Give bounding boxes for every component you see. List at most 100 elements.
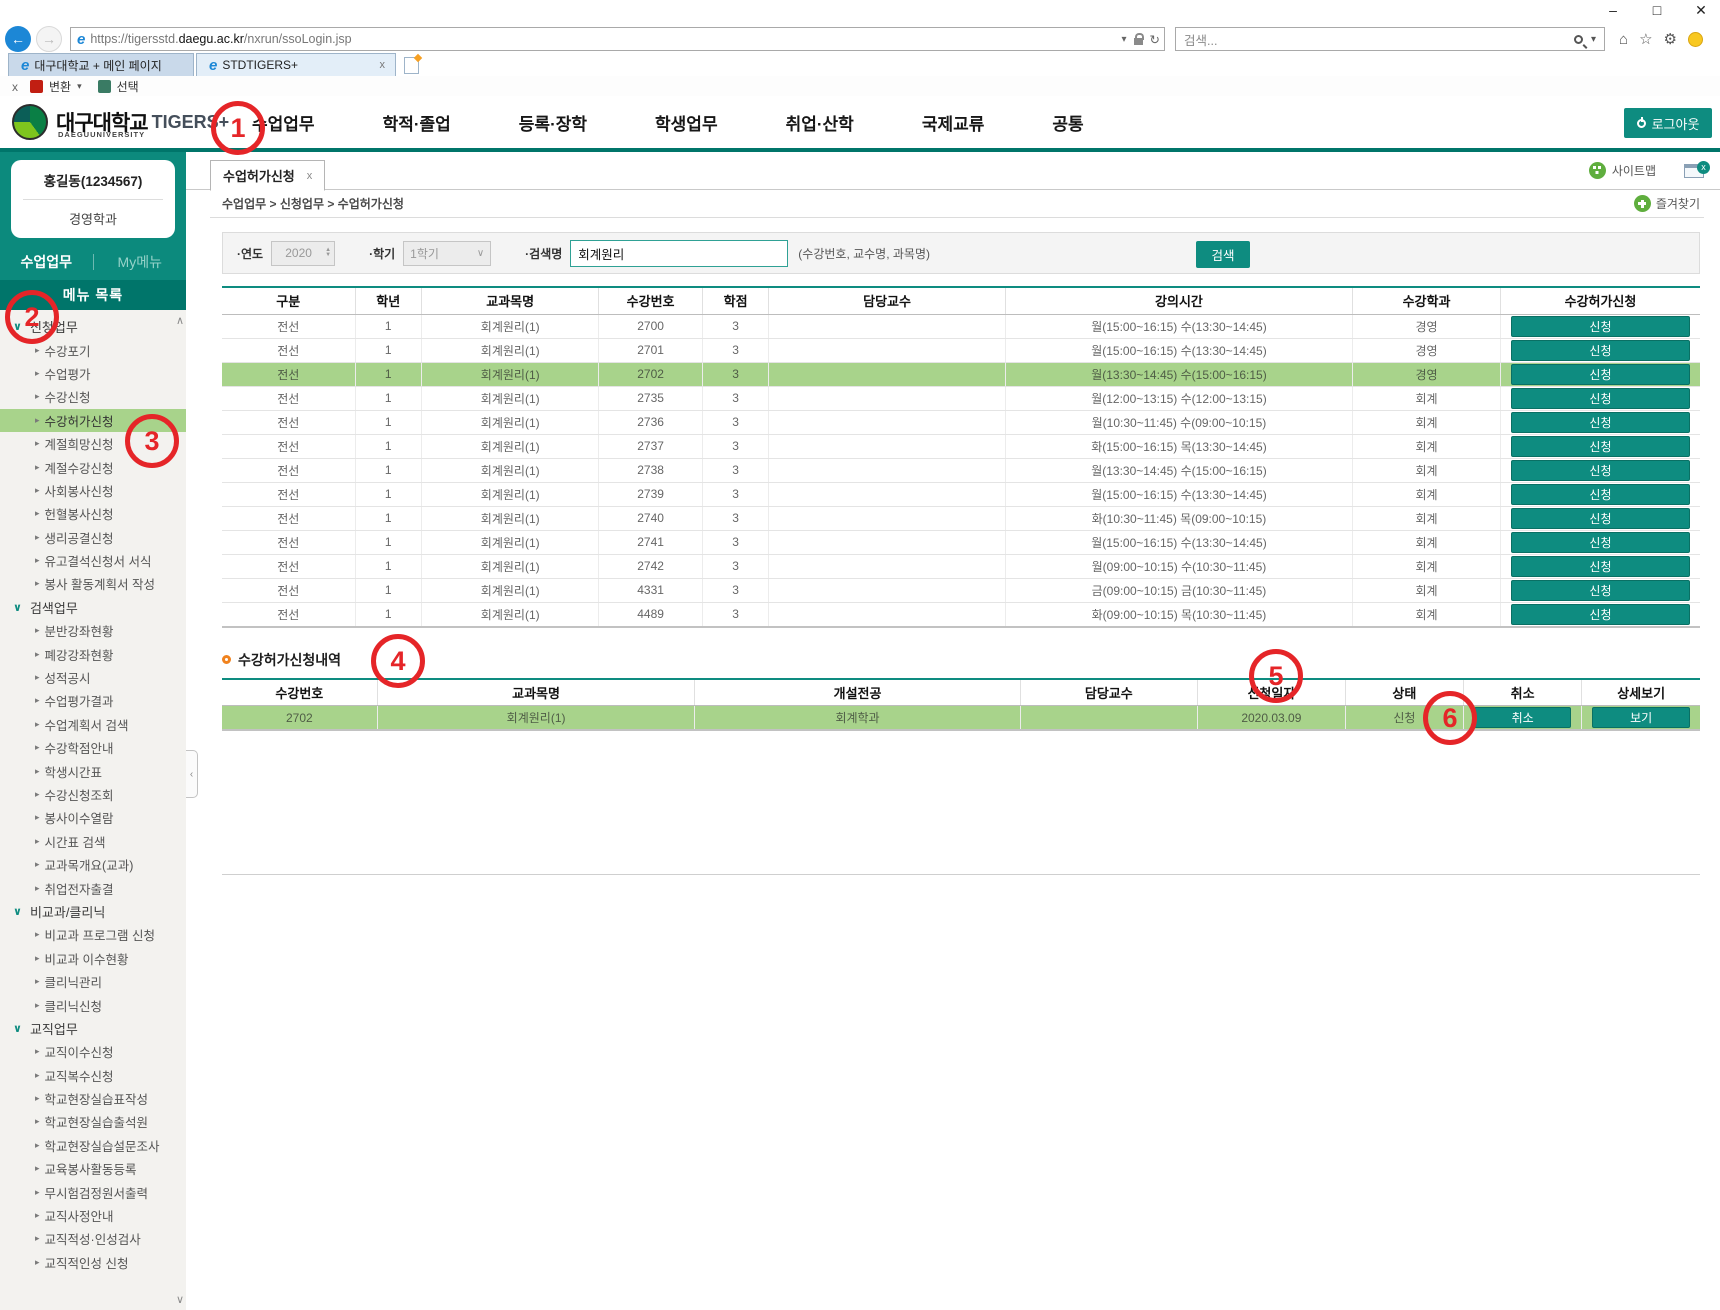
refresh-icon[interactable]: ↻ — [1150, 32, 1160, 47]
semester-select[interactable]: 1학기 ∨ — [403, 241, 491, 266]
search-icon[interactable] — [1574, 35, 1583, 44]
addon-select-button[interactable]: 선택 — [117, 78, 139, 95]
gear-icon[interactable]: ⚙ — [1664, 30, 1677, 48]
sidebar-item-교직복수신청[interactable]: ▸교직복수신청 — [0, 1064, 186, 1087]
main-nav-item-국제교류[interactable]: 국제교류 — [922, 110, 985, 135]
scroll-up-icon[interactable]: ∧ — [176, 314, 184, 327]
addon-convert-button[interactable]: 변환 — [49, 78, 71, 95]
apply-button[interactable]: 신청 — [1511, 508, 1690, 529]
sidebar-item-시간표 검색[interactable]: ▸시간표 검색 — [0, 830, 186, 853]
apply-button[interactable]: 신청 — [1511, 460, 1690, 481]
sidebar-item-클리닉관리[interactable]: ▸클리닉관리 — [0, 970, 186, 993]
search-button[interactable]: 검색 — [1196, 241, 1250, 268]
browser-tab-stdtigers[interactable]: e STDTIGERS+ x — [196, 53, 396, 76]
sidebar-item-분반강좌현황[interactable]: ▸분반강좌현황 — [0, 619, 186, 642]
sidebar-item-클리닉신청[interactable]: ▸클리닉신청 — [0, 993, 186, 1016]
favorites-star-icon[interactable]: ☆ — [1639, 30, 1652, 48]
forward-button[interactable]: → — [36, 26, 62, 52]
main-nav-item-공통[interactable]: 공통 — [1052, 110, 1083, 135]
sidebar-item-교과목개요(교과)[interactable]: ▸교과목개요(교과) — [0, 853, 186, 876]
sidebar-item-학교현장실습표작성[interactable]: ▸학교현장실습표작성 — [0, 1087, 186, 1110]
sidebar-tab-work[interactable]: 수업업무 — [0, 252, 93, 272]
sidebar-item-봉사 활동계획서 작성[interactable]: ▸봉사 활동계획서 작성 — [0, 572, 186, 595]
smiley-addon-icon[interactable] — [1688, 32, 1703, 47]
addon-close-button[interactable]: x — [12, 80, 18, 94]
main-nav-item-등록·장학[interactable]: 등록·장학 — [519, 110, 587, 135]
sidebar-item-비교과 프로그램 신청[interactable]: ▸비교과 프로그램 신청 — [0, 923, 186, 946]
cell-professor — [769, 578, 1005, 602]
sidebar-group-교직업무[interactable]: ∨교직업무 — [0, 1017, 186, 1040]
doc-tab-close-icon[interactable]: x — [307, 170, 313, 182]
apply-button[interactable]: 신청 — [1511, 388, 1690, 409]
sidebar-item-사회봉사신청[interactable]: ▸사회봉사신청 — [0, 479, 186, 502]
window-minimize-button[interactable]: – — [1604, 2, 1622, 19]
chevron-right-icon: ▸ — [35, 462, 40, 473]
sidebar-item-봉사이수열람[interactable]: ▸봉사이수열람 — [0, 806, 186, 829]
apply-button[interactable]: 신청 — [1511, 580, 1690, 601]
add-favorite-link[interactable]: 즐겨찾기 — [1634, 195, 1704, 212]
sidebar-item-폐강강좌현황[interactable]: ▸폐강강좌현황 — [0, 642, 186, 665]
sidebar-item-교직적성·인성검사[interactable]: ▸교직적성·인성검사 — [0, 1227, 186, 1250]
apply-button[interactable]: 신청 — [1511, 412, 1690, 433]
apply-button[interactable]: 신청 — [1511, 364, 1690, 385]
sidebar-item-취업전자출결[interactable]: ▸취업전자출결 — [0, 876, 186, 899]
logout-button[interactable]: 로그아웃 — [1624, 108, 1712, 138]
window-maximize-button[interactable]: □ — [1648, 2, 1666, 19]
keyword-input[interactable] — [570, 240, 788, 267]
sidebar-collapse-handle[interactable]: ‹ — [186, 750, 198, 798]
autocomplete-dropdown-icon[interactable]: ▾ — [1121, 34, 1126, 45]
sidebar-item-수업계획서 검색[interactable]: ▸수업계획서 검색 — [0, 713, 186, 736]
back-button[interactable]: ← — [5, 26, 31, 52]
apply-button[interactable]: 신청 — [1511, 436, 1690, 457]
main-nav-item-취업·산학[interactable]: 취업·산학 — [786, 110, 854, 135]
sidebar-item-교직사정안내[interactable]: ▸교직사정안내 — [0, 1204, 186, 1227]
sidebar-item-성적공시[interactable]: ▸성적공시 — [0, 666, 186, 689]
address-bar[interactable]: e https://tigersstd.daegu.ac.kr/nxrun/ss… — [70, 27, 1165, 51]
window-close-button[interactable]: ✕ — [1692, 2, 1710, 19]
convert-dropdown-icon[interactable]: ▾ — [77, 81, 82, 92]
sidebar-item-수업평가결과[interactable]: ▸수업평가결과 — [0, 689, 186, 712]
new-tab-button[interactable] — [404, 57, 419, 74]
sidebar-item-수강신청조회[interactable]: ▸수강신청조회 — [0, 783, 186, 806]
sidebar-item-수업평가[interactable]: ▸수업평가 — [0, 362, 186, 385]
cancel-button[interactable]: 취소 — [1474, 707, 1571, 728]
sidebar-item-교직적인성 신청[interactable]: ▸교직적인성 신청 — [0, 1251, 186, 1274]
sidebar-item-헌혈봉사신청[interactable]: ▸헌혈봉사신청 — [0, 502, 186, 525]
sitemap-link[interactable]: 사이트맵 — [1589, 162, 1656, 179]
sidebar-item-유고결석신청서 서식[interactable]: ▸유고결석신청서 서식 — [0, 549, 186, 572]
apply-button[interactable]: 신청 — [1511, 604, 1690, 625]
sidebar-item-학생시간표[interactable]: ▸학생시간표 — [0, 759, 186, 782]
sidebar-item-학교현장실습출석원[interactable]: ▸학교현장실습출석원 — [0, 1110, 186, 1133]
sidebar-item-교육봉사활동등록[interactable]: ▸교육봉사활동등록 — [0, 1157, 186, 1180]
sidebar-group-비교과/클리닉[interactable]: ∨비교과/클리닉 — [0, 900, 186, 923]
sidebar-item-무시험검정원서출력[interactable]: ▸무시험검정원서출력 — [0, 1180, 186, 1203]
sidebar-item-수강학점안내[interactable]: ▸수강학점안내 — [0, 736, 186, 759]
apply-button[interactable]: 신청 — [1511, 316, 1690, 337]
apply-button[interactable]: 신청 — [1511, 484, 1690, 505]
close-all-tabs-button[interactable]: x — [1684, 164, 1704, 178]
cell-type: 전선 — [222, 578, 355, 602]
browser-tab-main-page[interactable]: e 대구대학교 + 메인 페이지 — [8, 53, 194, 76]
sidebar-tab-mymenu[interactable]: My메뉴 — [94, 252, 187, 272]
doc-tab-course-permission[interactable]: 수업허가신청 x — [210, 160, 325, 191]
apply-button[interactable]: 신청 — [1511, 340, 1690, 361]
home-icon[interactable]: ⌂ — [1619, 31, 1628, 48]
sidebar-item-학교현장실습설문조사[interactable]: ▸학교현장실습설문조사 — [0, 1134, 186, 1157]
main-nav-item-학생업무[interactable]: 학생업무 — [655, 110, 718, 135]
scroll-down-icon[interactable]: ∨ — [176, 1293, 184, 1306]
tab-close-icon[interactable]: x — [380, 59, 386, 71]
search-dropdown-icon[interactable]: ▾ — [1591, 34, 1596, 45]
cell-dept: 회계 — [1353, 482, 1501, 506]
sidebar-item-수강신청[interactable]: ▸수강신청 — [0, 385, 186, 408]
apply-button[interactable]: 신청 — [1511, 532, 1690, 553]
browser-search-input[interactable]: 검색... ▾ — [1175, 27, 1605, 51]
view-button[interactable]: 보기 — [1592, 707, 1690, 728]
sidebar-item-교직이수신청[interactable]: ▸교직이수신청 — [0, 1040, 186, 1063]
sidebar-group-검색업무[interactable]: ∨검색업무 — [0, 596, 186, 619]
main-nav-item-학적·졸업[interactable]: 학적·졸업 — [383, 110, 451, 135]
sidebar-item-비교과 이수현황[interactable]: ▸비교과 이수현황 — [0, 947, 186, 970]
sidebar-item-생리공결신청[interactable]: ▸생리공결신청 — [0, 526, 186, 549]
spin-down-icon[interactable]: ▼ — [325, 253, 331, 258]
apply-button[interactable]: 신청 — [1511, 556, 1690, 577]
year-spinner[interactable]: 2020 ▲▼ — [271, 241, 335, 266]
